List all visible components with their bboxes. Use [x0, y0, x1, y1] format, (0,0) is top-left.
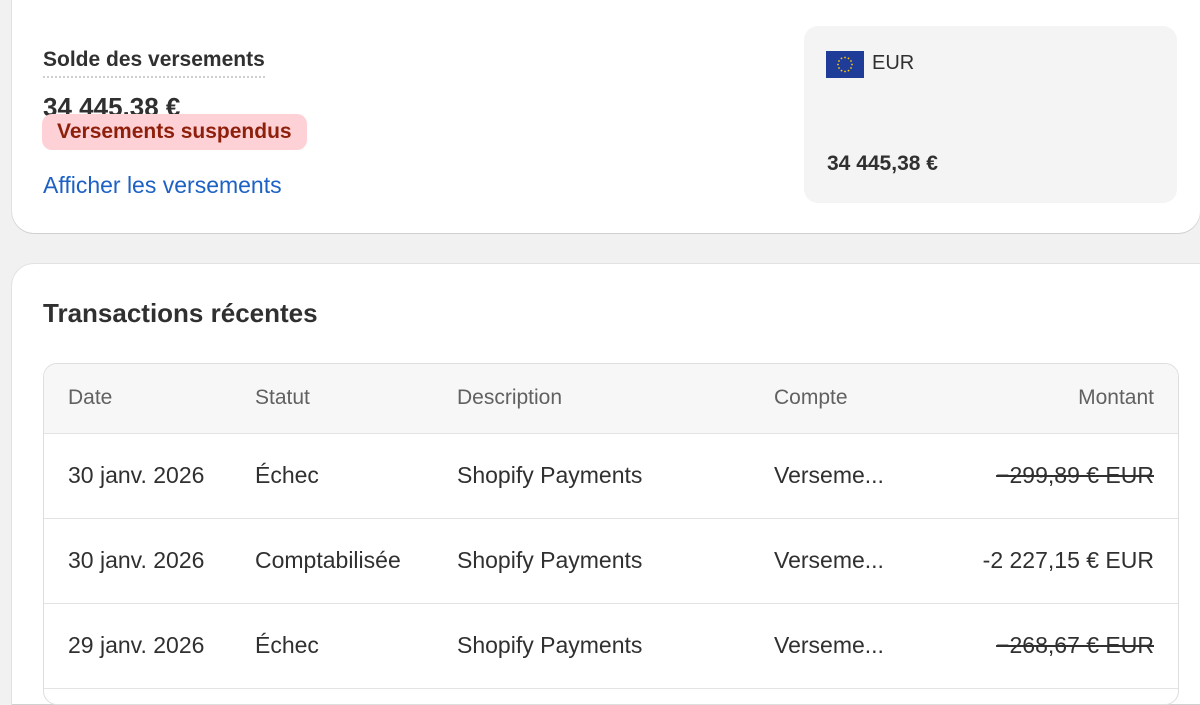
row-amount: -2 227,15 € EUR	[934, 518, 1178, 604]
table-row[interactable]: 30 janv. 2026 Comptabilisée Shopify Paym…	[44, 518, 1178, 604]
row-date: 29 janv. 2026	[44, 603, 255, 689]
payouts-status-badge: Versements suspendus	[42, 114, 307, 150]
view-payouts-link[interactable]: Afficher les versements	[43, 172, 282, 199]
row-date: 30 janv. 2026	[44, 518, 255, 604]
currency-balance-amount: 34 445,38 €	[827, 152, 938, 175]
row-date: 30 janv. 2026	[44, 433, 255, 519]
column-header-status: Statut	[255, 364, 457, 434]
row-amount: −299,89 € EUR	[934, 433, 1178, 519]
currency-code: EUR	[872, 52, 915, 74]
row-amount: −268,67 € EUR	[934, 603, 1178, 689]
row-status: Échec	[255, 603, 457, 689]
row-account: Verseme...	[774, 518, 934, 604]
column-header-description: Description	[457, 364, 774, 434]
table-row[interactable]: 29 janv. 2026 Échec Shopify Payments Ver…	[44, 603, 1178, 689]
table-header-row: Date Statut Description Compte Montant	[44, 364, 1178, 434]
row-description: Shopify Payments	[457, 603, 774, 689]
column-header-account: Compte	[774, 364, 934, 434]
table-row[interactable]: 30 janv. 2026 Échec Shopify Payments Ver…	[44, 433, 1178, 519]
recent-transactions-title: Transactions récentes	[43, 298, 318, 328]
column-header-amount: Montant	[934, 364, 1178, 434]
row-account: Verseme...	[774, 603, 934, 689]
row-description: Shopify Payments	[457, 433, 774, 519]
payout-balance-label[interactable]: Solde des versements	[43, 48, 265, 78]
row-account: Verseme...	[774, 433, 934, 519]
eu-flag-icon	[826, 51, 864, 78]
payout-balance-card: Solde des versements 34 445,38 € Verseme…	[12, 0, 1200, 233]
column-header-date: Date	[44, 364, 255, 434]
row-description: Shopify Payments	[457, 518, 774, 604]
transactions-table: Date Statut Description Compte Montant 3…	[43, 363, 1179, 705]
currency-balance-box: EUR 34 445,38 €	[804, 26, 1177, 203]
row-status: Échec	[255, 433, 457, 519]
row-status: Comptabilisée	[255, 518, 457, 604]
recent-transactions-card: Transactions récentes Date Statut Descri…	[12, 264, 1200, 705]
